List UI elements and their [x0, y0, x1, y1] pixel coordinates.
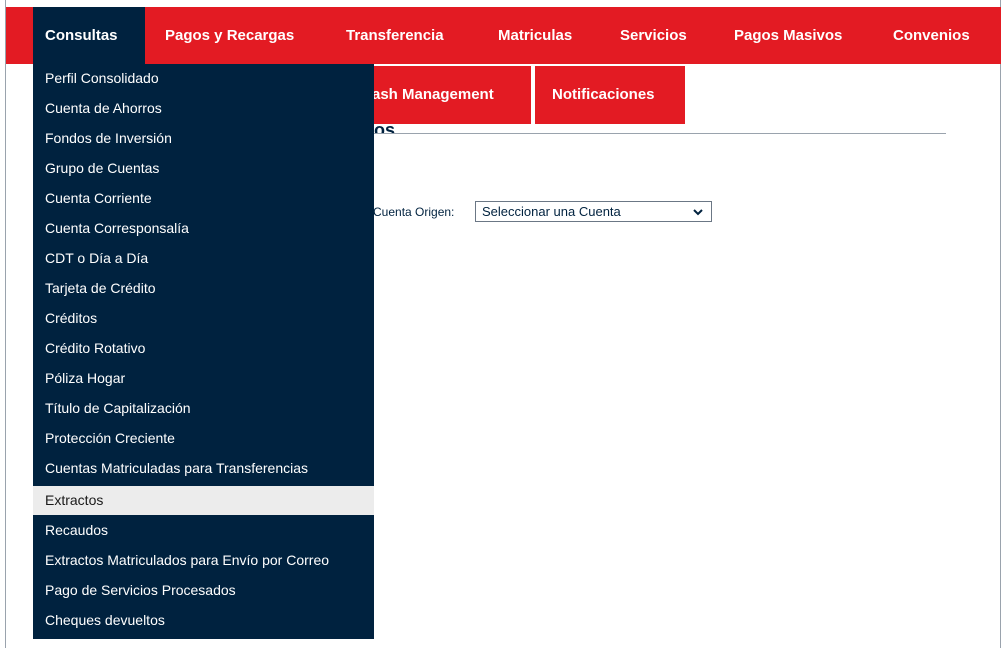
menu-item-pago-de-servicios-procesados[interactable]: Pago de Servicios Procesados — [33, 576, 374, 605]
menu-item-extractos[interactable]: Extractos — [33, 486, 374, 515]
menu-item-grupo-de-cuentas[interactable]: Grupo de Cuentas — [33, 154, 374, 183]
menu-item-cdt-o-dia-a-dia[interactable]: CDT o Día a Día — [33, 244, 374, 273]
tab-notificaciones[interactable]: Notificaciones — [535, 66, 685, 124]
menu-item-cuenta-corriente[interactable]: Cuenta Corriente — [33, 184, 374, 213]
nav-servicios[interactable]: Servicios — [620, 7, 687, 64]
menu-item-extractos-matriculados[interactable]: Extractos Matriculados para Envío por Co… — [33, 546, 374, 575]
menu-item-proteccion-creciente[interactable]: Protección Creciente — [33, 424, 374, 453]
menu-item-creditos[interactable]: Créditos — [33, 304, 374, 333]
nav-convenios[interactable]: Convenios — [893, 7, 970, 64]
menu-item-cuenta-corresponsalia[interactable]: Cuenta Corresponsalía — [33, 214, 374, 243]
menu-item-titulo-de-capitalizacion[interactable]: Título de Capitalización — [33, 394, 374, 423]
menu-item-fondos-de-inversion[interactable]: Fondos de Inversión — [33, 124, 374, 153]
account-select-value: Seleccionar una Cuenta — [482, 204, 621, 219]
account-origin-select[interactable]: Seleccionar una Cuenta — [475, 201, 712, 222]
menu-item-poliza-hogar[interactable]: Póliza Hogar — [33, 364, 374, 393]
menu-item-cuenta-de-ahorros[interactable]: Cuenta de Ahorros — [33, 94, 374, 123]
nav-pagos-masivos[interactable]: Pagos Masivos — [734, 7, 842, 64]
menu-item-perfil-consolidado[interactable]: Perfil Consolidado — [33, 64, 374, 93]
nav-pagos-y-recargas[interactable]: Pagos y Recargas — [165, 7, 294, 64]
account-origin-label: Cuenta Origen: — [373, 205, 455, 219]
menu-item-recaudos[interactable]: Recaudos — [33, 516, 374, 545]
chevron-down-icon — [693, 209, 703, 216]
menu-item-credito-rotativo[interactable]: Crédito Rotativo — [33, 334, 374, 363]
page-title: os — [374, 120, 396, 134]
nav-matriculas[interactable]: Matriculas — [498, 7, 572, 64]
title-divider — [374, 133, 946, 134]
nav-transferencia[interactable]: Transferencia — [346, 7, 444, 64]
menu-item-extractos-label: Extractos — [45, 492, 104, 508]
menu-item-cuentas-matriculadas[interactable]: Cuentas Matriculadas para Transferencias — [33, 454, 374, 483]
window-left-border — [5, 0, 6, 648]
nav-consultas[interactable]: Consultas — [33, 7, 145, 64]
menu-item-cheques-devueltos[interactable]: Cheques devueltos — [33, 606, 374, 635]
top-navigation-bar: Consultas Pagos y Recargas Transferencia… — [6, 7, 1001, 64]
menu-item-tarjeta-de-credito[interactable]: Tarjeta de Crédito — [33, 274, 374, 303]
consultas-dropdown-menu: Perfil Consolidado Cuenta de Ahorros Fon… — [33, 64, 374, 639]
